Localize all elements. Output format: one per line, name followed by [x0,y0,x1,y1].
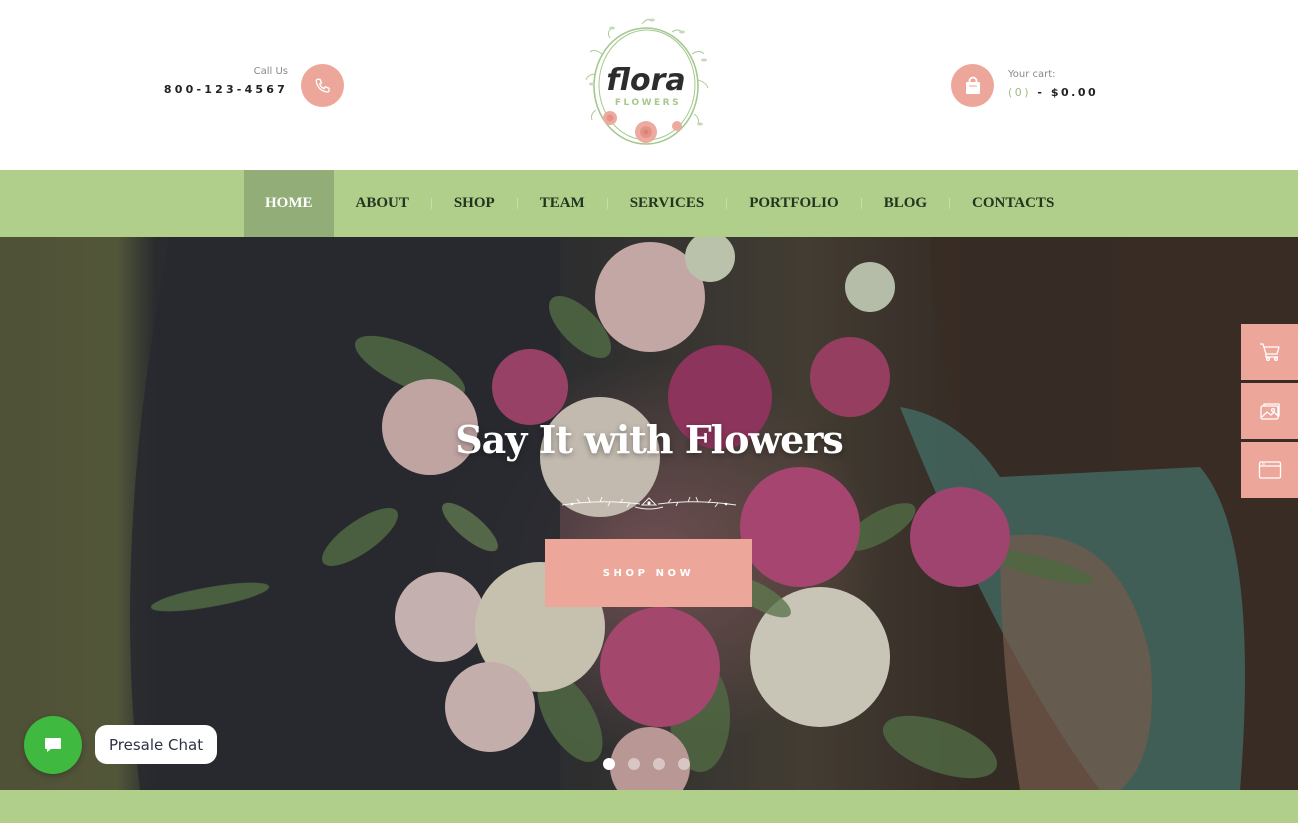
side-window-button[interactable] [1241,442,1298,498]
slider-dot-1[interactable] [603,758,615,770]
top-header: Call Us 800-123-4567 flora FLOWERS Your … [0,0,1298,170]
cart-icon [1259,343,1280,362]
phone-number-link[interactable]: 800-123-4567 [164,83,288,96]
call-us-label: Call Us [253,66,288,77]
nav-link-portfolio[interactable]: Portfolio [727,170,860,237]
nav-item-blog[interactable]: Blog [862,170,949,237]
slider-dot-3[interactable] [653,758,665,770]
side-gallery-button[interactable] [1241,383,1298,439]
cart-total: $0.00 [1050,86,1099,99]
nav-link-team[interactable]: Team [518,170,607,237]
nav-item-home[interactable]: Home [244,170,334,237]
nav-link-shop[interactable]: Shop [432,170,517,237]
nav-list: Home About Shop Team Services Portfolio … [244,170,1076,237]
logo-subtitle: FLOWERS [615,98,681,108]
presale-chat-label[interactable]: Presale Chat [95,725,218,764]
shop-now-button[interactable]: SHOP NOW [545,539,752,607]
hero-slider: Say It with Flowers SHOP NOW [0,237,1298,790]
side-toolbar [1241,324,1298,501]
chat-bubble-icon [45,738,61,752]
main-navigation: Home About Shop Team Services Portfolio … [0,170,1298,237]
nav-link-home[interactable]: Home [244,170,334,237]
nav-link-services[interactable]: Services [608,170,727,237]
slider-pagination [603,758,690,770]
call-us-block: Call Us 800-123-4567 [150,62,350,108]
nav-item-services[interactable]: Services [608,170,727,237]
presale-chat-button[interactable] [24,716,82,774]
nav-link-contacts[interactable]: Contacts [950,170,1076,237]
images-icon [1259,403,1280,420]
slider-dot-2[interactable] [628,758,640,770]
nav-item-about[interactable]: About [334,170,431,237]
browser-window-icon [1258,461,1281,479]
nav-item-portfolio[interactable]: Portfolio [727,170,860,237]
nav-link-about[interactable]: About [334,170,431,237]
side-cart-button[interactable] [1241,324,1298,380]
nav-item-team[interactable]: Team [518,170,607,237]
hero-overlay [0,237,1298,790]
floral-divider-icon [561,496,737,510]
nav-item-shop[interactable]: Shop [432,170,517,237]
cart-block[interactable]: Your cart: (0) - $0.00 [951,62,1151,108]
cart-label: Your cart: [1008,69,1056,80]
phone-icon[interactable] [301,64,344,107]
cart-summary[interactable]: (0) - $0.00 [1008,86,1098,99]
cart-separator: - [1031,86,1051,99]
logo-title: flora [606,63,685,98]
cart-count: (0) [1008,86,1032,99]
bottom-green-band [0,790,1298,823]
nav-link-blog[interactable]: Blog [862,170,949,237]
slider-dot-4[interactable] [678,758,690,770]
shopping-bag-icon[interactable] [951,64,994,107]
nav-item-contacts[interactable]: Contacts [950,170,1076,237]
flora-flowers-logo[interactable]: flora FLOWERS [582,14,714,156]
hero-title: Say It with Flowers [455,417,844,462]
